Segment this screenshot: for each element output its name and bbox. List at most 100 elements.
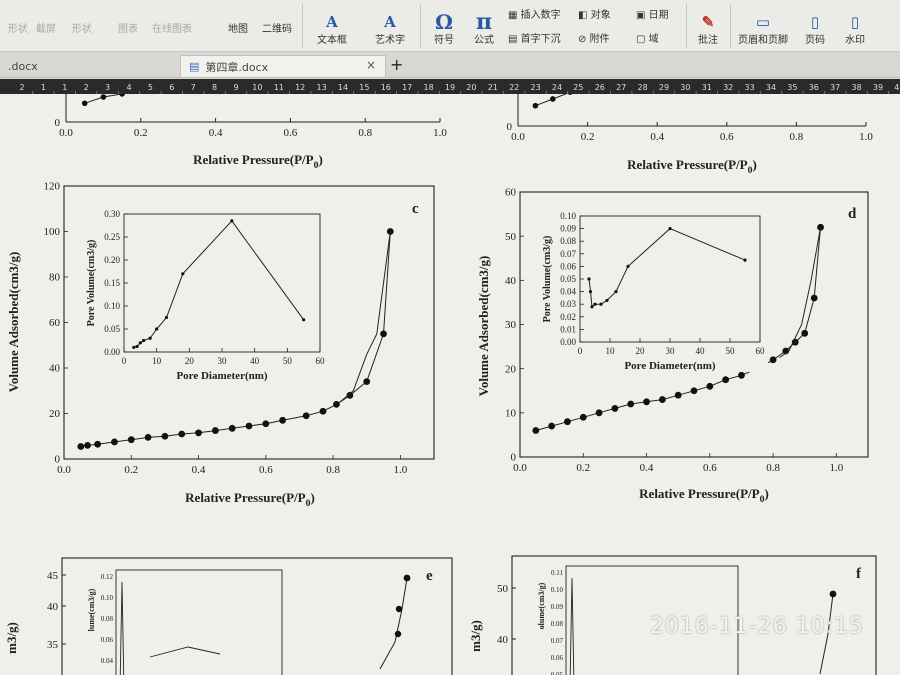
object-button[interactable]: ◧ 对象 — [578, 6, 611, 21]
ruler-number: 15 — [359, 83, 369, 92]
watermark-label: 水印 — [845, 35, 865, 46]
inset-x-tick-label: 10 — [606, 346, 616, 356]
ruler-number: 28 — [638, 83, 648, 92]
inset-y-tick-label: 0.25 — [104, 232, 120, 242]
header-footer-icon: ▭ — [755, 13, 771, 31]
x-tick-label: 0.4 — [650, 131, 664, 143]
symbol-button[interactable]: Ω 符号 — [424, 0, 464, 52]
x-tick-label: 0.6 — [720, 131, 734, 143]
ribbon-faded-item[interactable]: 形状 — [72, 20, 92, 35]
adsorption-point — [302, 412, 310, 420]
ribbon-faded-item[interactable]: 截屏 — [36, 20, 56, 35]
ribbon-faded-item[interactable]: 形状 — [8, 20, 28, 35]
panel-letter: e — [426, 568, 433, 584]
map-button[interactable]: 地图 — [228, 20, 248, 35]
header-footer-label: 页眉和页脚 — [738, 35, 788, 46]
date-button[interactable]: ▣ 日期 — [636, 6, 669, 21]
page-number-button[interactable]: ▯ 页码 — [798, 0, 832, 52]
pore-volume-point — [588, 290, 593, 294]
x-axis-label: Relative Pressure(P/P0) — [639, 486, 769, 505]
x-axis-label: Relative Pressure(P/P0) — [193, 152, 323, 171]
new-tab-icon[interactable]: + — [390, 55, 403, 74]
isotherm-point — [829, 590, 837, 598]
adsorption-point — [564, 418, 571, 426]
adsorption-point — [245, 422, 253, 430]
pore-volume-point — [132, 345, 136, 349]
x-tick-label: 0.2 — [124, 464, 138, 476]
axis-label-part: Relative Pressure(P/P — [627, 157, 748, 172]
qrcode-button[interactable]: 二维码 — [262, 20, 292, 35]
adsorption-point — [319, 407, 327, 415]
art-text-label: 艺术字 — [375, 35, 405, 46]
drop-cap-button[interactable]: ▤ 首字下沉 — [508, 30, 561, 45]
formula-button[interactable]: π 公式 — [466, 0, 502, 52]
adsorption-point — [127, 436, 135, 444]
y-tick-label: 40 — [49, 363, 61, 375]
ruler-number: 10 — [252, 83, 262, 92]
x-tick-label: 0.8 — [790, 131, 804, 143]
pore-volume-point — [164, 315, 169, 320]
tab-chapter-four[interactable]: ▤ 第四章.docx — [180, 55, 386, 77]
chart-a-partial: 0.0 0.2 0.4 0.6 0.8 1.0 0 Relative Pressure(P/P… — [55, 94, 447, 171]
drop-cap-icon: ▤ — [508, 34, 521, 45]
adsorption-point — [161, 432, 169, 440]
close-icon[interactable]: × — [366, 58, 376, 72]
y-tick-label: 35 — [47, 639, 59, 651]
pore-volume-point — [614, 290, 618, 294]
adsorption-point — [643, 398, 650, 406]
insert-number-button[interactable]: ▦ 插入数字 — [508, 6, 561, 21]
x-tick-label: 0.4 — [192, 464, 206, 476]
chart-c: 0.0 0.2 0.4 0.6 0.8 1.0020406080100120cVolume… — [6, 181, 435, 509]
attachment-button[interactable]: ⊘ 附件 — [578, 30, 610, 45]
inset-y-tick-label: 0.01 — [560, 324, 576, 334]
tab-docx[interactable]: .docx — [0, 55, 170, 77]
comment-button[interactable]: ✎ 批注 — [690, 0, 726, 52]
inset-x-axis-label: Pore Diameter(nm) — [624, 360, 715, 372]
inset-x-tick-label: 50 — [283, 356, 293, 366]
inset-y-tick-label: 0.05 — [551, 671, 564, 675]
ruler-number: 19 — [445, 83, 455, 92]
y-tick-label: 0 — [511, 452, 517, 464]
horizontal-ruler[interactable]: 2 1 1 2 3 4 5 6 7 8 9 10 11 12 13 14 15 16 17 18 19 20 21 22 23 2… — [0, 79, 900, 94]
pore-volume-point — [230, 219, 234, 223]
y-axis-label: Volume Adsorbed(cm3/g) — [476, 256, 491, 397]
axis-label-part: ) — [310, 490, 314, 505]
art-text-button[interactable]: A 艺术字 — [364, 0, 416, 52]
ruler-number: 2 — [19, 83, 24, 92]
axis-label-part: ) — [318, 152, 322, 167]
inset-x-tick-label: 50 — [726, 346, 736, 356]
adsorption-point — [690, 387, 698, 395]
ribbon-faded-item[interactable]: 图表 — [118, 20, 138, 35]
pore-volume-point — [605, 298, 609, 303]
pore-volume-point — [155, 327, 159, 331]
inset-x-axis-label: Pore Diameter(nm) — [176, 370, 267, 382]
inset-y-axis-label: Pore Volume(cm3/g) — [542, 236, 553, 323]
document-page[interactable]: 0.0 0.2 0.4 0.6 0.8 1.0 0 Relative Pressure(P/P… — [0, 94, 900, 675]
field-button[interactable]: ▢ 域 — [636, 30, 659, 45]
x-tick-label: 0.2 — [581, 131, 595, 143]
x-tick-label: 0.2 — [134, 127, 148, 139]
x-tick-label: 0.0 — [511, 131, 525, 143]
inset-y-tick-label: 0.08 — [560, 236, 576, 246]
calendar-icon: ▣ — [636, 10, 649, 21]
ruler-number: 7 — [191, 83, 196, 92]
axis-label-part: Relative Pressure(P/P — [193, 152, 314, 167]
adsorption-point — [548, 422, 556, 430]
ruler-number: 31 — [702, 83, 712, 92]
ribbon-faded-item[interactable]: 在线图表 — [152, 20, 192, 35]
inset-y-tick-label: 0.10 — [104, 301, 120, 311]
isotherm-point — [550, 96, 556, 102]
inset-y-tick-label: 0.11 — [551, 569, 563, 577]
text-box-button[interactable]: A 文本框 — [310, 0, 354, 52]
adsorption-point — [195, 429, 202, 437]
watermark-button[interactable]: ▯ 水印 — [836, 0, 874, 52]
inset-y-axis-label: Pore Volume(cm3/g) — [86, 240, 97, 327]
ruler-number: 12 — [295, 83, 305, 92]
pore-volume-point — [668, 227, 672, 231]
header-footer-button[interactable]: ▭ 页眉和页脚 — [732, 0, 794, 52]
inset-x-tick-label: 60 — [316, 356, 326, 366]
ruler-number: 1 — [41, 83, 46, 92]
ruler-number: 30 — [680, 83, 690, 92]
adsorption-point — [658, 396, 666, 403]
y-axis-label: Volume Adsorbed(cm3/g) — [6, 252, 21, 393]
